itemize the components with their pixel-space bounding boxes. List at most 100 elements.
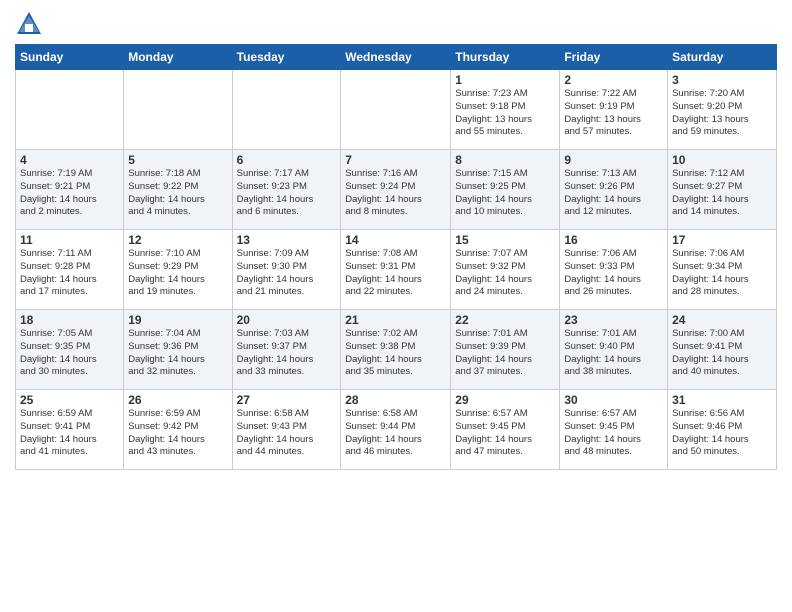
day-info: Sunrise: 6:59 AM Sunset: 9:41 PM Dayligh… [20,408,119,459]
day-info: Sunrise: 7:10 AM Sunset: 9:29 PM Dayligh… [128,248,227,299]
day-info: Sunrise: 6:58 AM Sunset: 9:43 PM Dayligh… [237,408,337,459]
day-info: Sunrise: 7:06 AM Sunset: 9:34 PM Dayligh… [672,248,772,299]
calendar-cell: 13Sunrise: 7:09 AM Sunset: 9:30 PM Dayli… [232,230,341,310]
day-info: Sunrise: 7:00 AM Sunset: 9:41 PM Dayligh… [672,328,772,379]
calendar-cell: 10Sunrise: 7:12 AM Sunset: 9:27 PM Dayli… [668,150,777,230]
day-info: Sunrise: 7:07 AM Sunset: 9:32 PM Dayligh… [455,248,555,299]
day-number: 9 [564,153,663,167]
calendar-cell: 1Sunrise: 7:23 AM Sunset: 9:18 PM Daylig… [451,70,560,150]
day-info: Sunrise: 7:20 AM Sunset: 9:20 PM Dayligh… [672,88,772,139]
day-info: Sunrise: 6:56 AM Sunset: 9:46 PM Dayligh… [672,408,772,459]
logo [15,10,46,38]
day-info: Sunrise: 7:01 AM Sunset: 9:39 PM Dayligh… [455,328,555,379]
day-number: 27 [237,393,337,407]
calendar-cell: 21Sunrise: 7:02 AM Sunset: 9:38 PM Dayli… [341,310,451,390]
calendar-cell: 9Sunrise: 7:13 AM Sunset: 9:26 PM Daylig… [560,150,668,230]
calendar-row-1: 4Sunrise: 7:19 AM Sunset: 9:21 PM Daylig… [16,150,777,230]
calendar-cell: 5Sunrise: 7:18 AM Sunset: 9:22 PM Daylig… [124,150,232,230]
weekday-header-saturday: Saturday [668,45,777,70]
day-number: 19 [128,313,227,327]
calendar-cell: 4Sunrise: 7:19 AM Sunset: 9:21 PM Daylig… [16,150,124,230]
calendar-row-0: 1Sunrise: 7:23 AM Sunset: 9:18 PM Daylig… [16,70,777,150]
calendar-cell: 28Sunrise: 6:58 AM Sunset: 9:44 PM Dayli… [341,390,451,470]
day-number: 4 [20,153,119,167]
day-number: 16 [564,233,663,247]
calendar-row-4: 25Sunrise: 6:59 AM Sunset: 9:41 PM Dayli… [16,390,777,470]
calendar-cell: 12Sunrise: 7:10 AM Sunset: 9:29 PM Dayli… [124,230,232,310]
page: SundayMondayTuesdayWednesdayThursdayFrid… [0,0,792,612]
day-number: 18 [20,313,119,327]
day-info: Sunrise: 6:57 AM Sunset: 9:45 PM Dayligh… [455,408,555,459]
calendar-cell [124,70,232,150]
day-number: 5 [128,153,227,167]
day-number: 1 [455,73,555,87]
day-number: 3 [672,73,772,87]
day-number: 15 [455,233,555,247]
calendar-cell [341,70,451,150]
day-info: Sunrise: 6:59 AM Sunset: 9:42 PM Dayligh… [128,408,227,459]
day-number: 30 [564,393,663,407]
day-number: 20 [237,313,337,327]
weekday-header-sunday: Sunday [16,45,124,70]
calendar-cell: 2Sunrise: 7:22 AM Sunset: 9:19 PM Daylig… [560,70,668,150]
day-number: 29 [455,393,555,407]
day-number: 13 [237,233,337,247]
weekday-header-wednesday: Wednesday [341,45,451,70]
day-number: 22 [455,313,555,327]
calendar-cell: 26Sunrise: 6:59 AM Sunset: 9:42 PM Dayli… [124,390,232,470]
day-info: Sunrise: 7:23 AM Sunset: 9:18 PM Dayligh… [455,88,555,139]
day-number: 24 [672,313,772,327]
day-number: 25 [20,393,119,407]
day-info: Sunrise: 7:19 AM Sunset: 9:21 PM Dayligh… [20,168,119,219]
day-number: 28 [345,393,446,407]
calendar-cell: 16Sunrise: 7:06 AM Sunset: 9:33 PM Dayli… [560,230,668,310]
day-info: Sunrise: 7:01 AM Sunset: 9:40 PM Dayligh… [564,328,663,379]
day-number: 26 [128,393,227,407]
day-info: Sunrise: 7:05 AM Sunset: 9:35 PM Dayligh… [20,328,119,379]
calendar-cell: 3Sunrise: 7:20 AM Sunset: 9:20 PM Daylig… [668,70,777,150]
day-number: 17 [672,233,772,247]
calendar-row-2: 11Sunrise: 7:11 AM Sunset: 9:28 PM Dayli… [16,230,777,310]
day-number: 7 [345,153,446,167]
calendar-cell: 20Sunrise: 7:03 AM Sunset: 9:37 PM Dayli… [232,310,341,390]
calendar-cell: 27Sunrise: 6:58 AM Sunset: 9:43 PM Dayli… [232,390,341,470]
day-number: 21 [345,313,446,327]
day-number: 31 [672,393,772,407]
day-info: Sunrise: 7:13 AM Sunset: 9:26 PM Dayligh… [564,168,663,219]
calendar-cell: 23Sunrise: 7:01 AM Sunset: 9:40 PM Dayli… [560,310,668,390]
weekday-header-monday: Monday [124,45,232,70]
day-info: Sunrise: 7:22 AM Sunset: 9:19 PM Dayligh… [564,88,663,139]
day-info: Sunrise: 7:15 AM Sunset: 9:25 PM Dayligh… [455,168,555,219]
day-info: Sunrise: 7:03 AM Sunset: 9:37 PM Dayligh… [237,328,337,379]
day-info: Sunrise: 7:11 AM Sunset: 9:28 PM Dayligh… [20,248,119,299]
calendar-row-3: 18Sunrise: 7:05 AM Sunset: 9:35 PM Dayli… [16,310,777,390]
calendar-cell: 31Sunrise: 6:56 AM Sunset: 9:46 PM Dayli… [668,390,777,470]
day-info: Sunrise: 7:09 AM Sunset: 9:30 PM Dayligh… [237,248,337,299]
day-number: 11 [20,233,119,247]
day-number: 8 [455,153,555,167]
calendar-cell: 11Sunrise: 7:11 AM Sunset: 9:28 PM Dayli… [16,230,124,310]
day-info: Sunrise: 7:04 AM Sunset: 9:36 PM Dayligh… [128,328,227,379]
calendar-cell: 18Sunrise: 7:05 AM Sunset: 9:35 PM Dayli… [16,310,124,390]
calendar-cell [16,70,124,150]
weekday-header-thursday: Thursday [451,45,560,70]
calendar-cell: 8Sunrise: 7:15 AM Sunset: 9:25 PM Daylig… [451,150,560,230]
day-info: Sunrise: 7:16 AM Sunset: 9:24 PM Dayligh… [345,168,446,219]
day-number: 12 [128,233,227,247]
day-info: Sunrise: 7:12 AM Sunset: 9:27 PM Dayligh… [672,168,772,219]
day-info: Sunrise: 7:02 AM Sunset: 9:38 PM Dayligh… [345,328,446,379]
day-info: Sunrise: 7:06 AM Sunset: 9:33 PM Dayligh… [564,248,663,299]
day-info: Sunrise: 7:08 AM Sunset: 9:31 PM Dayligh… [345,248,446,299]
calendar-cell: 29Sunrise: 6:57 AM Sunset: 9:45 PM Dayli… [451,390,560,470]
header [15,10,777,38]
calendar-cell: 22Sunrise: 7:01 AM Sunset: 9:39 PM Dayli… [451,310,560,390]
day-number: 2 [564,73,663,87]
calendar-cell: 14Sunrise: 7:08 AM Sunset: 9:31 PM Dayli… [341,230,451,310]
logo-icon [15,10,43,38]
weekday-header-row: SundayMondayTuesdayWednesdayThursdayFrid… [16,45,777,70]
calendar-cell: 7Sunrise: 7:16 AM Sunset: 9:24 PM Daylig… [341,150,451,230]
calendar-cell: 15Sunrise: 7:07 AM Sunset: 9:32 PM Dayli… [451,230,560,310]
weekday-header-tuesday: Tuesday [232,45,341,70]
calendar-cell [232,70,341,150]
calendar-cell: 24Sunrise: 7:00 AM Sunset: 9:41 PM Dayli… [668,310,777,390]
